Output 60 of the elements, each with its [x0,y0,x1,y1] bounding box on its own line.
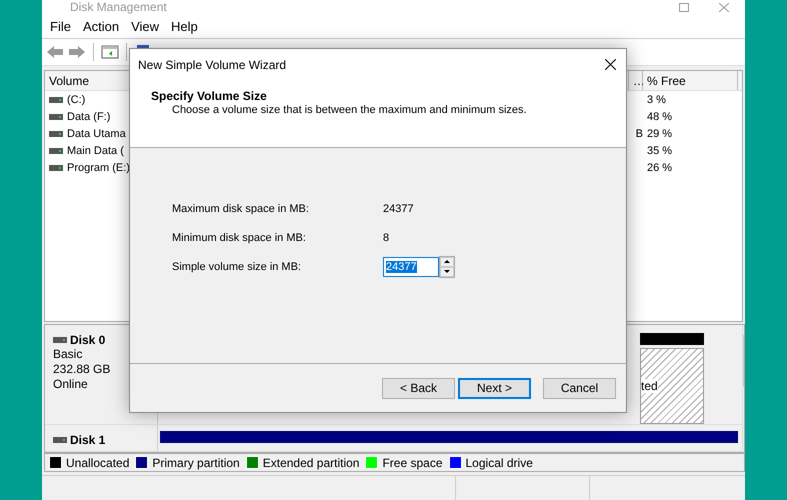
close-icon[interactable] [719,2,729,12]
table-cell: 29 % [647,128,672,140]
field-label: Simple volume size in MB: [172,260,302,272]
window-title: Disk Management [70,0,167,14]
unallocated-partition[interactable]: ted [640,348,704,424]
wizard-subtitle: Choose a volume size that is between the maximum and minimum sizes. [172,104,528,116]
disk-size: 232.88 GB [53,362,112,377]
volume-size-field[interactable]: 24377 [383,256,439,276]
volume-name: Main Data ( [67,144,124,156]
table-cell: 48 % [647,110,672,122]
menu-item[interactable]: Help [167,18,206,34]
legend-label: Logical drive [466,456,533,470]
table-cell: 26 % [647,162,672,174]
legend-label: Free space [382,456,442,470]
wizard-heading: Specify Volume Size [151,89,268,103]
field-label: Minimum disk space in MB: [172,232,307,244]
console-tree-icon[interactable] [101,44,119,60]
drive-icon [49,164,63,170]
wizard-button[interactable]: Cancel [543,378,616,398]
legend-label: Unallocated [66,456,130,470]
partition-label: ted [641,379,658,393]
volume-name: (C:) [67,94,86,106]
menu-item[interactable]: Action [78,18,128,34]
drive-icon [49,96,63,102]
spin-up-button[interactable] [440,256,454,266]
close-button[interactable] [603,57,618,72]
disk-status: Online [53,377,89,392]
maximize-icon[interactable] [679,2,689,12]
menu-item[interactable]: File [46,18,79,34]
volume-name: Data Utama [67,128,126,140]
forward-arrow-icon[interactable] [68,44,86,60]
field-value: 8 [383,232,390,244]
drive-icon [49,148,63,154]
drive-icon [49,114,63,120]
spin-down-button[interactable] [440,266,454,276]
volume-name: Data (F:) [67,110,110,122]
menu-item[interactable]: View [127,18,168,34]
partition-header-bar [640,333,704,345]
table-cell: B [636,128,643,140]
field-label: Maximum disk space in MB: [172,202,310,214]
close-icon [605,59,616,70]
volume-name: Program (E:) [67,162,130,174]
table-cell: 35 % [647,144,672,156]
wizard-button[interactable]: Next > [458,378,531,398]
back-arrow-icon[interactable] [46,44,64,60]
disk-type: Basic [53,347,84,362]
up-triangle-icon [444,260,450,263]
drive-icon [53,437,67,443]
legend-label: Extended partition [262,456,360,470]
table-cell: 3 % [647,94,666,106]
disk-name: Disk 0 [70,333,106,347]
column-header[interactable]: % Free [643,71,738,90]
drive-icon [49,130,63,136]
wizard-button[interactable]: < Back [382,378,455,398]
disk-name: Disk 1 [70,433,106,447]
drive-icon [53,337,67,343]
down-triangle-icon [444,270,450,273]
legend-label: Primary partition [152,456,240,470]
field-value: 24377 [383,202,414,214]
dialog-title: New Simple Volume Wizard [138,58,286,72]
